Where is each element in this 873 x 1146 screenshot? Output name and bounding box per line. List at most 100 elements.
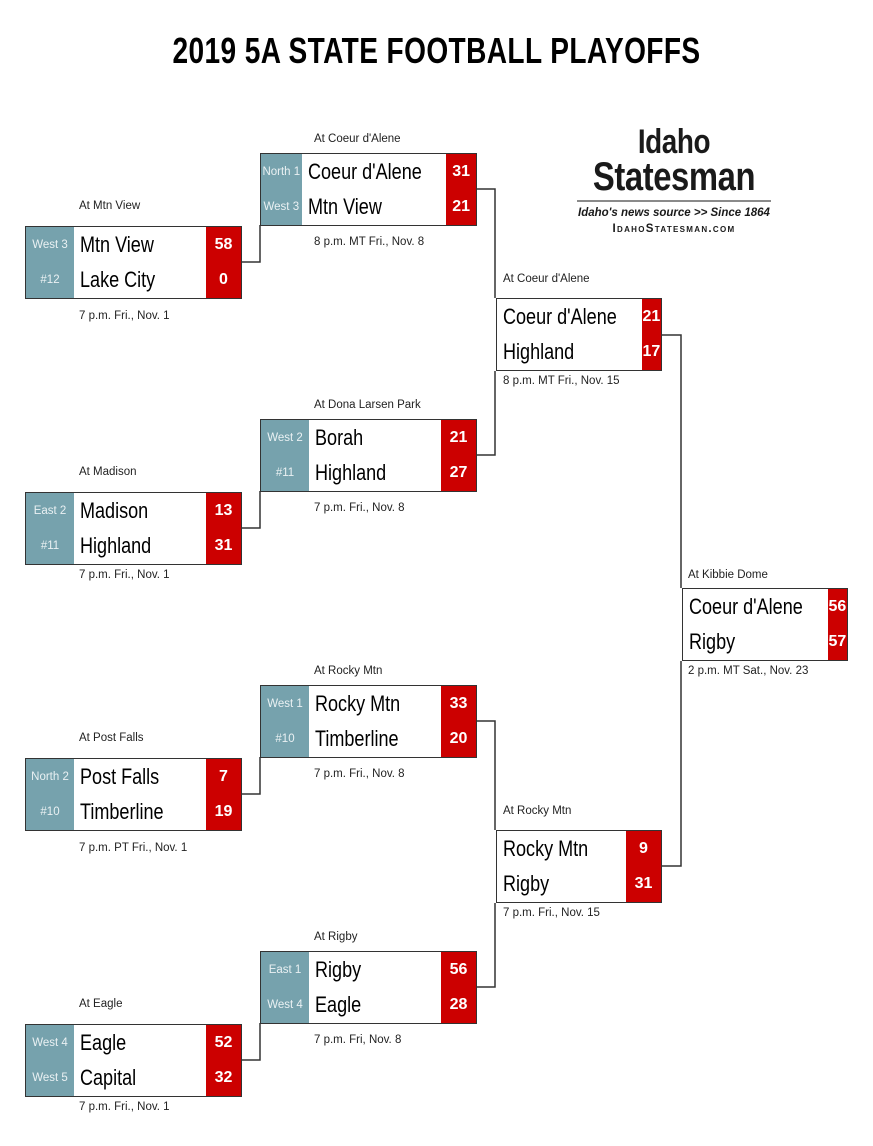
team-score: 56 <box>449 960 468 978</box>
team-seed: North 1 <box>262 165 301 178</box>
logo-line-1: Idaho <box>637 123 711 161</box>
team-name: Timberline <box>80 799 164 825</box>
game-box-r1-g3: North 2 #10 Post Falls Timberline 7 19 <box>25 758 242 831</box>
team-score: 21 <box>452 198 471 216</box>
game-box-r1-g1: West 3 #12 Mtn View Lake City 58 0 <box>25 226 242 299</box>
team-names: Borah Highland <box>309 420 441 491</box>
team-name: Highland <box>503 339 575 365</box>
team-seed: West 2 <box>267 431 303 444</box>
score-column: 7 19 <box>206 759 241 830</box>
game-time: 8 p.m. MT Fri., Nov. 8 <box>314 236 425 248</box>
score-column: 58 0 <box>206 227 241 298</box>
team-score: 27 <box>449 464 468 482</box>
score-column: 21 17 <box>641 299 661 370</box>
score-column: 56 57 <box>827 589 847 660</box>
game-time: 7 p.m. Fri., Nov. 1 <box>79 569 170 581</box>
game-box-r1-g4: West 4 West 5 Eagle Capital 52 32 <box>25 1024 242 1097</box>
score-column: 13 31 <box>206 493 241 564</box>
venue-label: At Rigby <box>314 931 358 943</box>
team-score: 31 <box>214 537 233 555</box>
team-score: 0 <box>219 271 228 289</box>
seed-column: North 1 West 3 <box>261 154 302 225</box>
game-box-sf-g1: Coeur d'Alene Highland 21 17 <box>496 298 662 371</box>
team-name: Mtn View <box>307 194 382 220</box>
team-seed: West 5 <box>32 1072 68 1085</box>
venue-label: At Eagle <box>79 998 123 1010</box>
team-score: 28 <box>449 996 468 1014</box>
team-name: Rocky Mtn <box>503 835 589 861</box>
team-name: Eagle <box>315 992 362 1018</box>
venue-label: At Coeur d'Alene <box>314 133 401 145</box>
team-name: Coeur d'Alene <box>307 158 422 184</box>
venue-label: At Dona Larsen Park <box>314 399 421 411</box>
game-time: 7 p.m. Fri, Nov. 8 <box>314 1034 402 1046</box>
score-column: 56 28 <box>441 952 476 1023</box>
team-score: 31 <box>452 162 471 180</box>
team-seed: West 4 <box>32 1036 68 1049</box>
connector-r1g2-qfg2 <box>242 491 261 529</box>
team-names: Madison Highland <box>74 493 206 564</box>
team-score: 21 <box>449 428 468 446</box>
team-name: Capital <box>80 1065 137 1091</box>
connector-qfg3-sf2 <box>477 720 496 830</box>
connector-sf1-final <box>662 334 682 588</box>
logo-line-2: Statesman <box>592 155 756 199</box>
score-column: 52 32 <box>206 1025 241 1096</box>
venue-label: At Mtn View <box>79 200 141 212</box>
team-score: 7 <box>219 767 228 785</box>
team-names: Eagle Capital <box>74 1025 206 1096</box>
team-name: Post Falls <box>80 763 160 789</box>
team-names: Coeur d'Alene Rigby <box>683 589 828 660</box>
game-time: 7 p.m. Fri., Nov. 8 <box>314 502 405 514</box>
team-seed: North 2 <box>31 770 69 783</box>
game-box-r1-g2: East 2 #11 Madison Highland 13 31 <box>25 492 242 565</box>
connector-qfg4-sf2 <box>477 903 496 988</box>
venue-label: At Rocky Mtn <box>503 805 572 817</box>
team-name: Eagle <box>80 1029 127 1055</box>
team-score: 19 <box>214 803 233 821</box>
team-name: Coeur d'Alene <box>689 593 803 619</box>
team-score: 13 <box>214 501 233 519</box>
connector-qfg2-sf1 <box>477 371 496 456</box>
game-time: 7 p.m. PT Fri., Nov. 1 <box>79 842 188 854</box>
venue-label: At Rocky Mtn <box>314 665 383 677</box>
team-score: 33 <box>449 694 468 712</box>
score-column: 31 21 <box>446 154 476 225</box>
team-names: Rigby Eagle <box>309 952 441 1023</box>
seed-column: North 2 #10 <box>26 759 74 830</box>
team-seed: #12 <box>40 274 60 287</box>
score-column: 33 20 <box>441 686 476 757</box>
score-column: 21 27 <box>441 420 476 491</box>
seed-column: East 2 #11 <box>26 493 74 564</box>
game-time: 7 p.m. Fri., Nov. 8 <box>314 768 405 780</box>
team-name: Rigby <box>315 956 362 982</box>
team-name: Highland <box>80 533 152 559</box>
venue-label: At Coeur d'Alene <box>503 273 590 285</box>
team-seed: #11 <box>40 540 60 553</box>
idaho-statesman-logo: Idaho Statesman Idaho's news source >> S… <box>574 123 774 235</box>
venue-label: At Post Falls <box>79 732 144 744</box>
team-seed: West 3 <box>32 238 68 251</box>
game-box-qf-g1: North 1 West 3 Coeur d'Alene Mtn View 31… <box>260 153 477 226</box>
team-name: Rocky Mtn <box>315 690 401 716</box>
logo-divider <box>577 200 771 202</box>
team-seed: East 2 <box>33 504 67 517</box>
team-names: Post Falls Timberline <box>74 759 206 830</box>
team-name: Borah <box>315 424 364 450</box>
team-seed: #10 <box>275 733 295 746</box>
game-time: 8 p.m. MT Fri., Nov. 15 <box>503 375 620 387</box>
venue-label: At Kibbie Dome <box>688 569 768 581</box>
game-box-sf-g2: Rocky Mtn Rigby 9 31 <box>496 830 662 903</box>
game-time: 7 p.m. Fri., Nov. 1 <box>79 310 170 322</box>
team-seed: West 3 <box>263 201 300 214</box>
team-seed: #11 <box>275 467 295 480</box>
connector-sf2-final <box>662 661 682 867</box>
team-names: Rocky Mtn Timberline <box>309 686 441 757</box>
team-name: Highland <box>315 460 387 486</box>
game-box-qf-g4: East 1 West 4 Rigby Eagle 56 28 <box>260 951 477 1024</box>
page-title: 2019 5A STATE FOOTBALL PLAYOFFS <box>172 30 701 71</box>
team-score: 32 <box>214 1069 233 1087</box>
seed-column: West 1 #10 <box>261 686 309 757</box>
team-score: 31 <box>634 875 653 893</box>
team-score: 20 <box>449 730 468 748</box>
